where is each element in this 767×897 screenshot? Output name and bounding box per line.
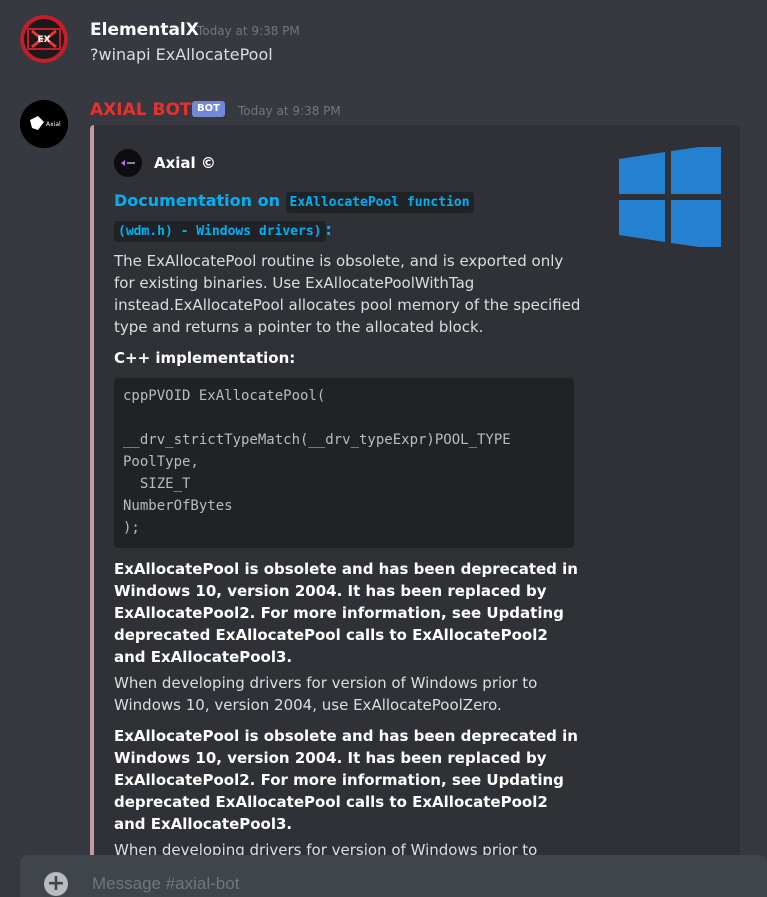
bot-badge: BOT (192, 101, 225, 117)
message-content: ?winapi ExAllocatePool (90, 45, 273, 64)
bot-avatar[interactable]: Axial (20, 100, 68, 148)
title-prefix: Documentation on (114, 191, 286, 210)
message-input[interactable] (90, 869, 694, 897)
deprecation-note-1: ExAllocatePool is obsolete and has been … (114, 560, 578, 666)
embed-card: Axial © Documentation on ExAllocatePool … (90, 125, 740, 897)
code-block[interactable]: cppPVOID ExAllocatePool( __drv_strictTyp… (114, 378, 574, 548)
title-suffix: : (325, 220, 332, 239)
windows-logo-icon (619, 144, 721, 251)
embed-author: Axial © (114, 149, 216, 177)
title-code-2: (wdm.h) - Windows drivers) (114, 221, 326, 242)
message-composer: + (20, 855, 767, 897)
timestamp: Today at 9:38 PM (197, 24, 300, 38)
deprecation-detail-1: When developing drivers for version of W… (114, 674, 538, 714)
svg-text:EX: EX (37, 35, 50, 45)
embed-title[interactable]: Documentation on ExAllocatePool function… (114, 187, 534, 245)
timestamp: Today at 9:38 PM (238, 104, 341, 118)
embed-author-name: Axial © (154, 154, 216, 172)
embed-description: The ExAllocatePool routine is obsolete, … (114, 252, 581, 336)
user-avatar[interactable]: EX (20, 15, 68, 63)
title-code-1: ExAllocatePool function (285, 192, 474, 213)
axial-logo-icon (114, 149, 142, 177)
deprecation-note-2: ExAllocatePool is obsolete and has been … (114, 727, 578, 833)
message-elementalx: EX ElementalX Today at 9:38 PM ?winapi E… (0, 0, 767, 90)
implementation-heading: C++ implementation: (114, 349, 296, 367)
username[interactable]: ElementalX (90, 20, 199, 40)
plus-circle-icon[interactable]: + (44, 872, 68, 896)
bot-username[interactable]: AXIAL BOT (90, 100, 192, 120)
chat-view: EX ElementalX Today at 9:38 PM ?winapi E… (0, 0, 767, 897)
svg-text:Axial: Axial (46, 121, 61, 128)
